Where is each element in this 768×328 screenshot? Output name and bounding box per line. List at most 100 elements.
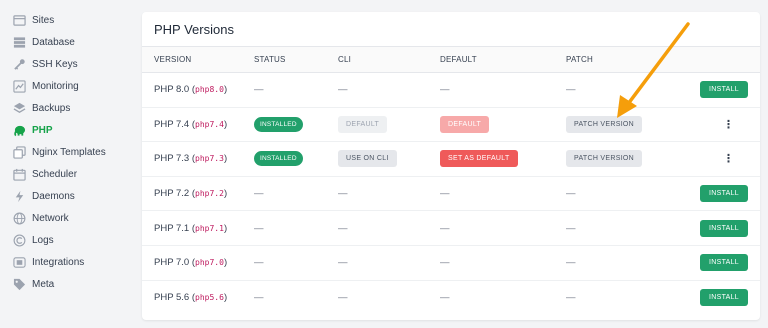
sidebar-item-label: PHP [32, 124, 53, 136]
table-row: PHP 7.4 (php7.4) INSTALLED DEFAULT DEFAULT P… [142, 107, 760, 143]
action-cell: INSTALL [680, 72, 760, 108]
sidebar-item-meta[interactable]: Meta [0, 273, 130, 295]
sidebar: Sites Database SSH Keys Monitoring Backups PH… [0, 0, 130, 328]
php-versions-table: VERSION STATUS CLI DEFAULT PATCH PHP 8.0… [142, 46, 760, 315]
globe-icon [12, 211, 26, 225]
table-row: PHP 5.6 (php5.6) — — — — INSTALL [142, 280, 760, 315]
version-alias: php7.2 [195, 189, 224, 199]
version-label: PHP 7.4 [154, 118, 190, 130]
patch-version-button[interactable]: PATCH VERSION [566, 150, 643, 168]
sidebar-item-network[interactable]: Network [0, 207, 130, 229]
sidebar-item-label: Integrations [32, 256, 85, 268]
empty-value: — [566, 188, 576, 200]
empty-value: — [440, 222, 450, 234]
install-button[interactable]: INSTALL [700, 254, 748, 272]
version-alias: php8.0 [195, 85, 224, 95]
sidebar-item-ssh-keys[interactable]: SSH Keys [0, 53, 130, 75]
status-badge: INSTALLED [254, 116, 303, 132]
version-alias: php7.3 [195, 154, 224, 164]
version-alias: php7.1 [195, 223, 224, 233]
version-cell: PHP 7.4 (php7.4) [142, 107, 254, 143]
set-as-default-button[interactable]: SET AS DEFAULT [440, 150, 518, 168]
table-row: PHP 7.3 (php7.3) INSTALLED USE ON CLI SET A… [142, 141, 760, 177]
sidebar-item-label: Network [32, 212, 69, 224]
sidebar-item-integrations[interactable]: Integrations [0, 251, 130, 273]
empty-value: — [338, 292, 348, 304]
version-label: PHP 5.6 [154, 292, 190, 304]
chart-icon [12, 79, 26, 93]
sidebar-item-backups[interactable]: Backups [0, 97, 130, 119]
default-cell: DEFAULT [440, 107, 566, 143]
kebab-menu-icon[interactable]: ⋮ [723, 119, 748, 131]
install-button[interactable]: INSTALL [700, 219, 748, 237]
install-button[interactable]: INSTALL [700, 185, 748, 203]
sidebar-item-sites[interactable]: Sites [0, 9, 130, 31]
version-alias: php7.4 [195, 119, 224, 129]
paren-close: ) [223, 222, 228, 234]
empty-value: — [254, 188, 264, 200]
sidebar-item-label: SSH Keys [32, 58, 78, 70]
plug-icon [12, 255, 26, 269]
tag-icon [12, 277, 26, 291]
version-label: PHP 7.3 [154, 153, 190, 165]
default-cell: SET AS DEFAULT [440, 141, 566, 177]
sidebar-item-label: Backups [32, 102, 71, 114]
sidebar-item-nginx-templates[interactable]: Nginx Templates [0, 141, 130, 163]
version-alias: php7.0 [195, 258, 224, 268]
cli-default-button: DEFAULT [338, 115, 388, 133]
empty-value: — [440, 292, 450, 304]
paren-close: ) [223, 84, 228, 96]
paren-close: ) [223, 257, 228, 269]
sidebar-item-logs[interactable]: Logs [0, 229, 130, 251]
database-icon [12, 35, 26, 49]
sidebar-item-database[interactable]: Database [0, 31, 130, 53]
sidebar-item-php[interactable]: PHP [0, 119, 130, 141]
sidebar-item-label: Nginx Templates [32, 146, 106, 158]
sidebar-item-monitoring[interactable]: Monitoring [0, 75, 130, 97]
patch-cell: PATCH VERSION [566, 107, 680, 143]
action-cell: INSTALL [680, 245, 760, 281]
bolt-icon [12, 189, 26, 203]
version-label: PHP 7.2 [154, 188, 190, 200]
calendar-icon [12, 167, 26, 181]
table-header-row: VERSION STATUS CLI DEFAULT PATCH [142, 46, 760, 73]
version-cell: PHP 7.1 (php7.1) [142, 210, 254, 246]
use-on-cli-button[interactable]: USE ON CLI [338, 150, 397, 168]
kebab-menu-icon[interactable]: ⋮ [723, 153, 748, 165]
action-cell: ⋮ [680, 141, 760, 177]
version-cell: PHP 7.0 (php7.0) [142, 245, 254, 281]
status-badge: INSTALLED [254, 151, 303, 167]
sidebar-item-scheduler[interactable]: Scheduler [0, 163, 130, 185]
empty-value: — [566, 222, 576, 234]
install-button[interactable]: INSTALL [700, 289, 748, 307]
sidebar-item-label: Logs [32, 234, 54, 246]
key-icon [12, 57, 26, 71]
header-default: DEFAULT [440, 46, 566, 73]
page-title: PHP Versions [154, 22, 234, 37]
paren-close: ) [223, 292, 228, 304]
header-actions [680, 46, 760, 73]
layers-icon [12, 101, 26, 115]
empty-value: — [338, 257, 348, 269]
version-label: PHP 8.0 [154, 84, 190, 96]
version-cell: PHP 7.2 (php7.2) [142, 176, 254, 212]
version-cell: PHP 8.0 (php8.0) [142, 72, 254, 108]
logs-icon [12, 233, 26, 247]
status-cell: INSTALLED [254, 107, 338, 143]
sidebar-item-label: Daemons [32, 190, 75, 202]
empty-value: — [566, 292, 576, 304]
header-patch: PATCH [566, 46, 680, 73]
empty-value: — [254, 222, 264, 234]
table-row: PHP 7.0 (php7.0) — — — — INSTALL [142, 245, 760, 281]
empty-value: — [338, 222, 348, 234]
patch-version-button[interactable]: PATCH VERSION [566, 115, 643, 133]
empty-value: — [338, 188, 348, 200]
empty-value: — [566, 84, 576, 96]
empty-value: — [440, 84, 450, 96]
cli-cell: DEFAULT [338, 107, 440, 143]
default-button: DEFAULT [440, 115, 490, 133]
empty-value: — [254, 292, 264, 304]
sidebar-item-daemons[interactable]: Daemons [0, 185, 130, 207]
install-button[interactable]: INSTALL [700, 81, 748, 99]
paren-close: ) [223, 188, 228, 200]
